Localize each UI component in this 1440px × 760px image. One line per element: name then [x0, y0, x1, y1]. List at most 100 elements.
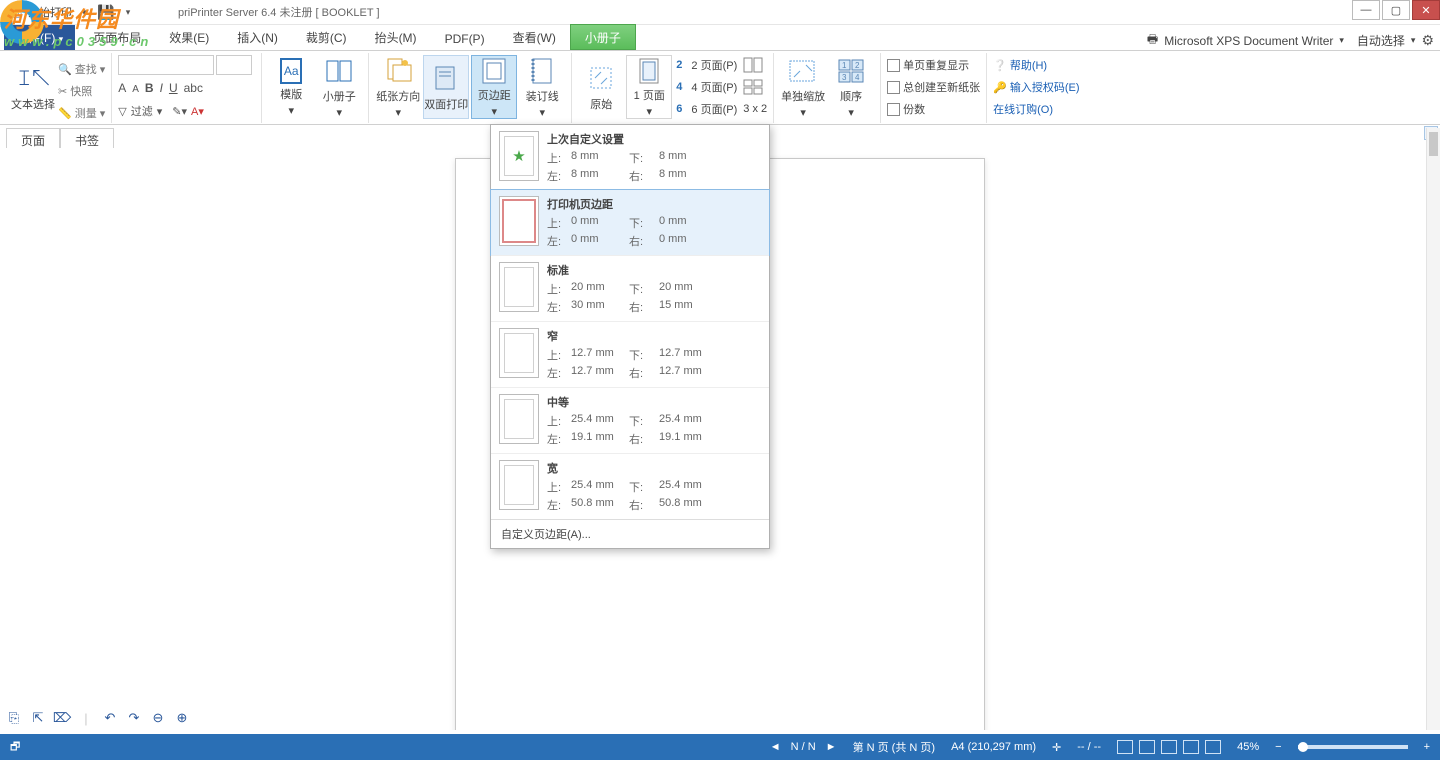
printer-icon: 🖶 [1147, 30, 1158, 51]
buy-online-button[interactable]: 在线订购(O) [993, 99, 1079, 119]
gear-icon[interactable]: ⚙ [1421, 32, 1434, 49]
nav-next-icon[interactable]: ► [826, 741, 837, 753]
tab-pdf[interactable]: PDF(P) [431, 28, 499, 50]
tab-effects[interactable]: 效果(E) [155, 25, 223, 50]
original-size-button[interactable]: 原始 [578, 55, 624, 119]
view-mode-1[interactable] [1117, 740, 1133, 754]
checkbox-repeat[interactable] [887, 59, 900, 72]
zoom-in-icon[interactable]: + [1424, 741, 1430, 753]
tab-crop[interactable]: 裁剪(C) [292, 25, 361, 50]
italic-button[interactable]: I [160, 81, 163, 95]
margins-preset-item[interactable]: 窄 上:12.7 mm下:12.7 mm 左:12.7 mm右:12.7 mm [491, 321, 769, 387]
tool-redo-icon[interactable]: ↷ [126, 710, 142, 726]
new-icon[interactable]: ⎙ [6, 2, 26, 22]
find-button[interactable]: 查找 [75, 61, 97, 77]
one-page-icon [633, 56, 665, 85]
repeat-label: 单页重复显示 [903, 57, 969, 73]
license-button[interactable]: 🔑输入授权码(E) [993, 77, 1079, 97]
status-app-icon[interactable]: 🗗 [10, 738, 20, 757]
close-button[interactable]: ✕ [1412, 0, 1440, 20]
order-button[interactable]: 1234 顺序▾ [828, 55, 874, 119]
text-select-button[interactable]: 𝙸↖ 文本选择 [10, 55, 56, 119]
margin-preset-thumb [499, 196, 539, 246]
tool-delete-icon[interactable]: ⌦ [54, 710, 70, 726]
six-page-button[interactable]: 6 6 页面(P) [676, 99, 737, 119]
checkbox-copies[interactable] [887, 103, 900, 116]
margin-preset-thumb [499, 460, 539, 510]
margins-preset-item[interactable]: 标准 上:20 mm下:20 mm 左:30 mm右:15 mm [491, 255, 769, 321]
tool-undo-icon[interactable]: ↶ [102, 710, 118, 726]
chevron-down-icon[interactable]: ▾ [1411, 35, 1416, 46]
group-scale: 单独缩放▾ 1234 顺序▾ [774, 53, 881, 123]
checkbox-newsheet[interactable] [887, 81, 900, 94]
nav-prev-icon[interactable]: ◄ [770, 741, 781, 753]
margins-preset-item[interactable]: 上次自定义设置 上:8 mm下:8 mm 左:8 mm右:8 mm [491, 125, 769, 190]
view-mode-5[interactable] [1205, 740, 1221, 754]
file-menu-button[interactable]: 文件(F) ▾ [4, 25, 75, 50]
single-scale-button[interactable]: 单独缩放▾ [780, 55, 826, 119]
view-mode-3[interactable] [1161, 740, 1177, 754]
snap-button[interactable]: 快照 [70, 83, 92, 99]
qat-dropdown2-icon[interactable]: ▾ [118, 2, 138, 22]
qat-start-print[interactable]: 开始打印 [28, 4, 72, 20]
group-page-setup: 纸张方向▾ 双面打印 页边距▾ 装订线▾ [369, 53, 572, 123]
view-mode-2[interactable] [1139, 740, 1155, 754]
duplex-button[interactable]: 双面打印 [423, 55, 469, 119]
highlight-button[interactable]: ✎▾ [172, 105, 187, 118]
margins-preset-item[interactable]: 打印机页边距 上:0 mm下:0 mm 左:0 mm右:0 mm [490, 189, 770, 256]
maximize-button[interactable]: ▢ [1382, 0, 1410, 20]
margins-preset-item[interactable]: 宽 上:25.4 mm下:25.4 mm 左:50.8 mm右:50.8 mm [491, 453, 769, 519]
margins-dropdown: 上次自定义设置 上:8 mm下:8 mm 左:8 mm右:8 mm 打印机页边距… [490, 124, 770, 549]
measure-button[interactable]: 测量 [75, 105, 97, 121]
tool-zoom-in-icon[interactable]: ⊕ [174, 710, 190, 726]
font-size-combo[interactable] [216, 55, 252, 75]
grid-2x2-icon[interactable] [743, 77, 767, 97]
margins-custom-button[interactable]: 自定义页边距(A)... [491, 519, 769, 548]
margin-preset-thumb [499, 394, 539, 444]
zoom-out-icon[interactable]: − [1275, 741, 1281, 753]
tab-view[interactable]: 查看(W) [499, 25, 570, 50]
strike-button[interactable]: abc [184, 81, 203, 95]
bold-button[interactable]: B [145, 81, 154, 95]
grid-size-label[interactable]: 3 x 2 [743, 99, 767, 119]
margins-button[interactable]: 页边距▾ [471, 55, 517, 119]
tool-zoom-out-icon[interactable]: ⊖ [150, 710, 166, 726]
one-page-button[interactable]: 1 页面▾ [626, 55, 672, 119]
tool-export-icon[interactable]: ⇱ [30, 710, 46, 726]
two-page-button[interactable]: 2 2 页面(P) [676, 55, 737, 75]
font-name-combo[interactable] [118, 55, 214, 75]
help-icon: ❔ [993, 59, 1007, 72]
tab-header[interactable]: 抬头(M) [361, 25, 431, 50]
template-button[interactable]: Aa 模版▾ [268, 55, 314, 119]
booklet-button[interactable]: 小册子▾ [316, 55, 362, 119]
zoom-slider[interactable] [1298, 745, 1408, 749]
tool-add-page-icon[interactable]: ⎘ [6, 710, 22, 726]
save-icon[interactable]: 💾 [96, 2, 116, 22]
font-color-button[interactable]: A▾ [191, 105, 204, 118]
booklet-icon [323, 55, 355, 86]
qat-dropdown-icon[interactable]: ▾ [74, 2, 94, 22]
tab-insert[interactable]: 插入(N) [223, 25, 292, 50]
status-zoom-value[interactable]: 45% [1237, 741, 1259, 753]
filter-button[interactable]: 过滤 [131, 103, 153, 119]
shrink-font-button[interactable]: A [132, 81, 139, 95]
underline-button[interactable]: U [169, 81, 178, 95]
margins-preset-item[interactable]: 中等 上:25.4 mm下:25.4 mm 左:19.1 mm右:19.1 mm [491, 387, 769, 453]
binding-button[interactable]: 装订线▾ [519, 55, 565, 119]
tab-booklet-contextual[interactable]: 小册子 [570, 24, 636, 50]
status-page-nav[interactable]: ◄ N / N ► [770, 741, 837, 753]
tab-layout[interactable]: 页面布局 [79, 25, 155, 50]
view-mode-4[interactable] [1183, 740, 1199, 754]
minimize-button[interactable]: — [1352, 0, 1380, 20]
status-crosshair-icon[interactable]: ✛ [1052, 741, 1061, 754]
status-ratio: -- / -- [1077, 741, 1101, 753]
help-button[interactable]: ❔帮助(H) [993, 55, 1079, 75]
grid-2x1-icon[interactable] [743, 55, 767, 75]
auto-select-label[interactable]: 自动选择 [1357, 32, 1405, 49]
vertical-scrollbar[interactable] [1426, 128, 1440, 730]
grow-font-button[interactable]: A [118, 81, 126, 95]
orientation-button[interactable]: 纸张方向▾ [375, 55, 421, 119]
printer-selector[interactable]: 🖶 Microsoft XPS Document Writer ▾ [1140, 27, 1351, 54]
four-page-button[interactable]: 4 4 页面(P) [676, 77, 737, 97]
scrollbar-thumb[interactable] [1429, 132, 1438, 156]
